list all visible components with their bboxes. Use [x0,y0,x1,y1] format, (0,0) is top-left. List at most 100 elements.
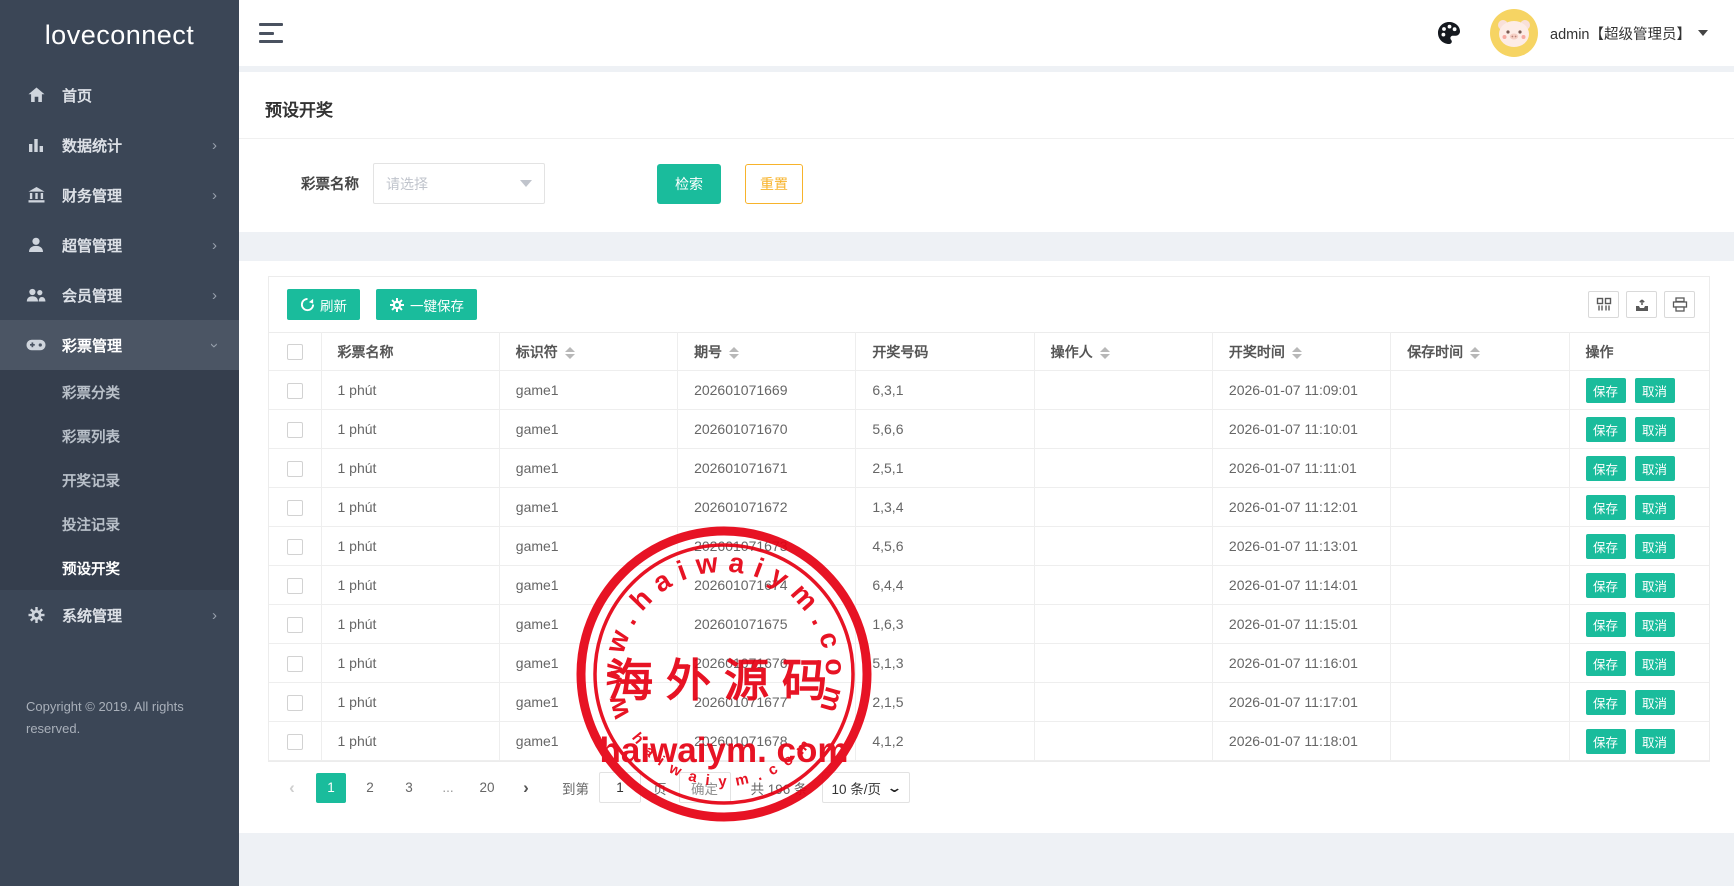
sort-icon[interactable] [1292,347,1302,359]
save-row-button[interactable]: 保存 [1586,456,1626,481]
goto-confirm-button[interactable]: 确定 [679,772,731,803]
prev-page-button[interactable]: ‹ [277,773,307,803]
sidebar-item-members[interactable]: 会员管理› [0,270,239,320]
user-menu-caret-icon[interactable] [1698,30,1708,36]
table-cell: 202601071672 [678,488,856,527]
save-all-button[interactable]: 一键保存 [376,289,477,320]
table-cell: 4,5,6 [856,527,1034,566]
sidebar-toggle-icon[interactable] [259,23,285,43]
table-cell: 202601071677 [678,683,856,722]
table-row: 1 phútgame12026010716784,1,22026-01-07 1… [269,722,1709,761]
export-button[interactable] [1626,291,1657,318]
checkbox-cell [269,722,321,761]
table-cell: game1 [499,527,677,566]
current-user-label[interactable]: admin【超级管理员】 [1550,23,1691,44]
sidebar-subitem-draw-records[interactable]: 开奖记录 [0,458,239,502]
next-page-button[interactable]: › [511,773,541,803]
cancel-row-button[interactable]: 取消 [1635,729,1675,754]
cancel-row-button[interactable]: 取消 [1635,417,1675,442]
reset-button[interactable]: 重置 [745,164,803,204]
row-checkbox[interactable] [287,461,303,477]
row-checkbox[interactable] [287,617,303,633]
table-cell: 6,4,4 [856,566,1034,605]
row-checkbox[interactable] [287,500,303,516]
chevron-right-icon: › [212,237,217,254]
sort-icon[interactable] [565,347,575,359]
save-row-button[interactable]: 保存 [1586,690,1626,715]
actions-cell: 保存取消 [1569,605,1709,644]
save-row-button[interactable]: 保存 [1586,729,1626,754]
table-cell [1034,566,1212,605]
topbar: admin【超级管理员】 [239,0,1734,66]
sidebar-item-label: 数据统计 [62,135,122,156]
table-cell: 202601071669 [678,371,856,410]
sort-icon[interactable] [729,347,739,359]
theme-palette-icon[interactable] [1436,20,1462,46]
cancel-row-button[interactable]: 取消 [1635,534,1675,559]
table-row: 1 phútgame12026010716721,3,42026-01-07 1… [269,488,1709,527]
sidebar-item-system[interactable]: 系统管理› [0,590,239,640]
cancel-row-button[interactable]: 取消 [1635,612,1675,637]
save-row-button[interactable]: 保存 [1586,378,1626,403]
table-card: 刷新 一键保存 [268,276,1710,762]
cancel-row-button[interactable]: 取消 [1635,651,1675,676]
save-row-button[interactable]: 保存 [1586,417,1626,442]
sidebar-subitem-bet-records[interactable]: 投注记录 [0,502,239,546]
sort-icon[interactable] [1100,347,1110,359]
page-button-2[interactable]: 2 [355,773,385,803]
sidebar-subitem-lottery-list[interactable]: 彩票列表 [0,414,239,458]
sidebar-item-label: 超管管理 [62,235,122,256]
table-cell [1391,449,1569,488]
gear-icon [389,297,405,313]
goto-page-input[interactable] [599,772,641,803]
table-cell [1391,566,1569,605]
table-cell: 1 phút [321,488,499,527]
table-cell: 202601071678 [678,722,856,761]
sidebar-item-home[interactable]: 首页 [0,70,239,120]
save-row-button[interactable]: 保存 [1586,573,1626,598]
row-checkbox[interactable] [287,578,303,594]
user-icon [26,235,46,255]
sort-icon[interactable] [1470,347,1480,359]
table-cell: 1 phút [321,722,499,761]
cancel-row-button[interactable]: 取消 [1635,378,1675,403]
chevron-right-icon: › [212,607,217,624]
cancel-row-button[interactable]: 取消 [1635,573,1675,598]
row-checkbox[interactable] [287,383,303,399]
column-header: 彩票名称 [321,333,499,371]
row-checkbox[interactable] [287,734,303,750]
row-checkbox[interactable] [287,695,303,711]
sidebar-subitem-lottery-category[interactable]: 彩票分类 [0,370,239,414]
print-button[interactable] [1664,291,1695,318]
row-checkbox[interactable] [287,422,303,438]
per-page-select[interactable]: 10 条/页 ⌄ [822,772,910,803]
filter-columns-button[interactable] [1588,291,1619,318]
search-button[interactable]: 检索 [657,164,721,204]
sidebar-subitem-preset-draw[interactable]: 预设开奖 [0,546,239,590]
page-button-20[interactable]: 20 [472,773,502,803]
sidebar-item-finance[interactable]: 财务管理› [0,170,239,220]
save-row-button[interactable]: 保存 [1586,534,1626,559]
page-button-3[interactable]: 3 [394,773,424,803]
refresh-icon [300,297,315,312]
sidebar-item-admins[interactable]: 超管管理 › [0,220,239,270]
save-row-button[interactable]: 保存 [1586,495,1626,520]
save-row-button[interactable]: 保存 [1586,612,1626,637]
column-header: 开奖号码 [856,333,1034,371]
table-cell [1034,410,1212,449]
row-checkbox[interactable] [287,656,303,672]
user-avatar[interactable] [1490,9,1538,57]
row-checkbox[interactable] [287,539,303,555]
table-cell [1391,527,1569,566]
table-cell: 5,6,6 [856,410,1034,449]
cancel-row-button[interactable]: 取消 [1635,495,1675,520]
lottery-name-select[interactable]: 请选择 [373,163,545,204]
cancel-row-button[interactable]: 取消 [1635,690,1675,715]
sidebar-item-lottery[interactable]: 彩票管理› [0,320,239,370]
sidebar-item-stats[interactable]: 数据统计› [0,120,239,170]
cancel-row-button[interactable]: 取消 [1635,456,1675,481]
refresh-button[interactable]: 刷新 [287,289,360,320]
save-row-button[interactable]: 保存 [1586,651,1626,676]
select-all-checkbox[interactable] [287,344,303,360]
page-button-1[interactable]: 1 [316,773,346,803]
